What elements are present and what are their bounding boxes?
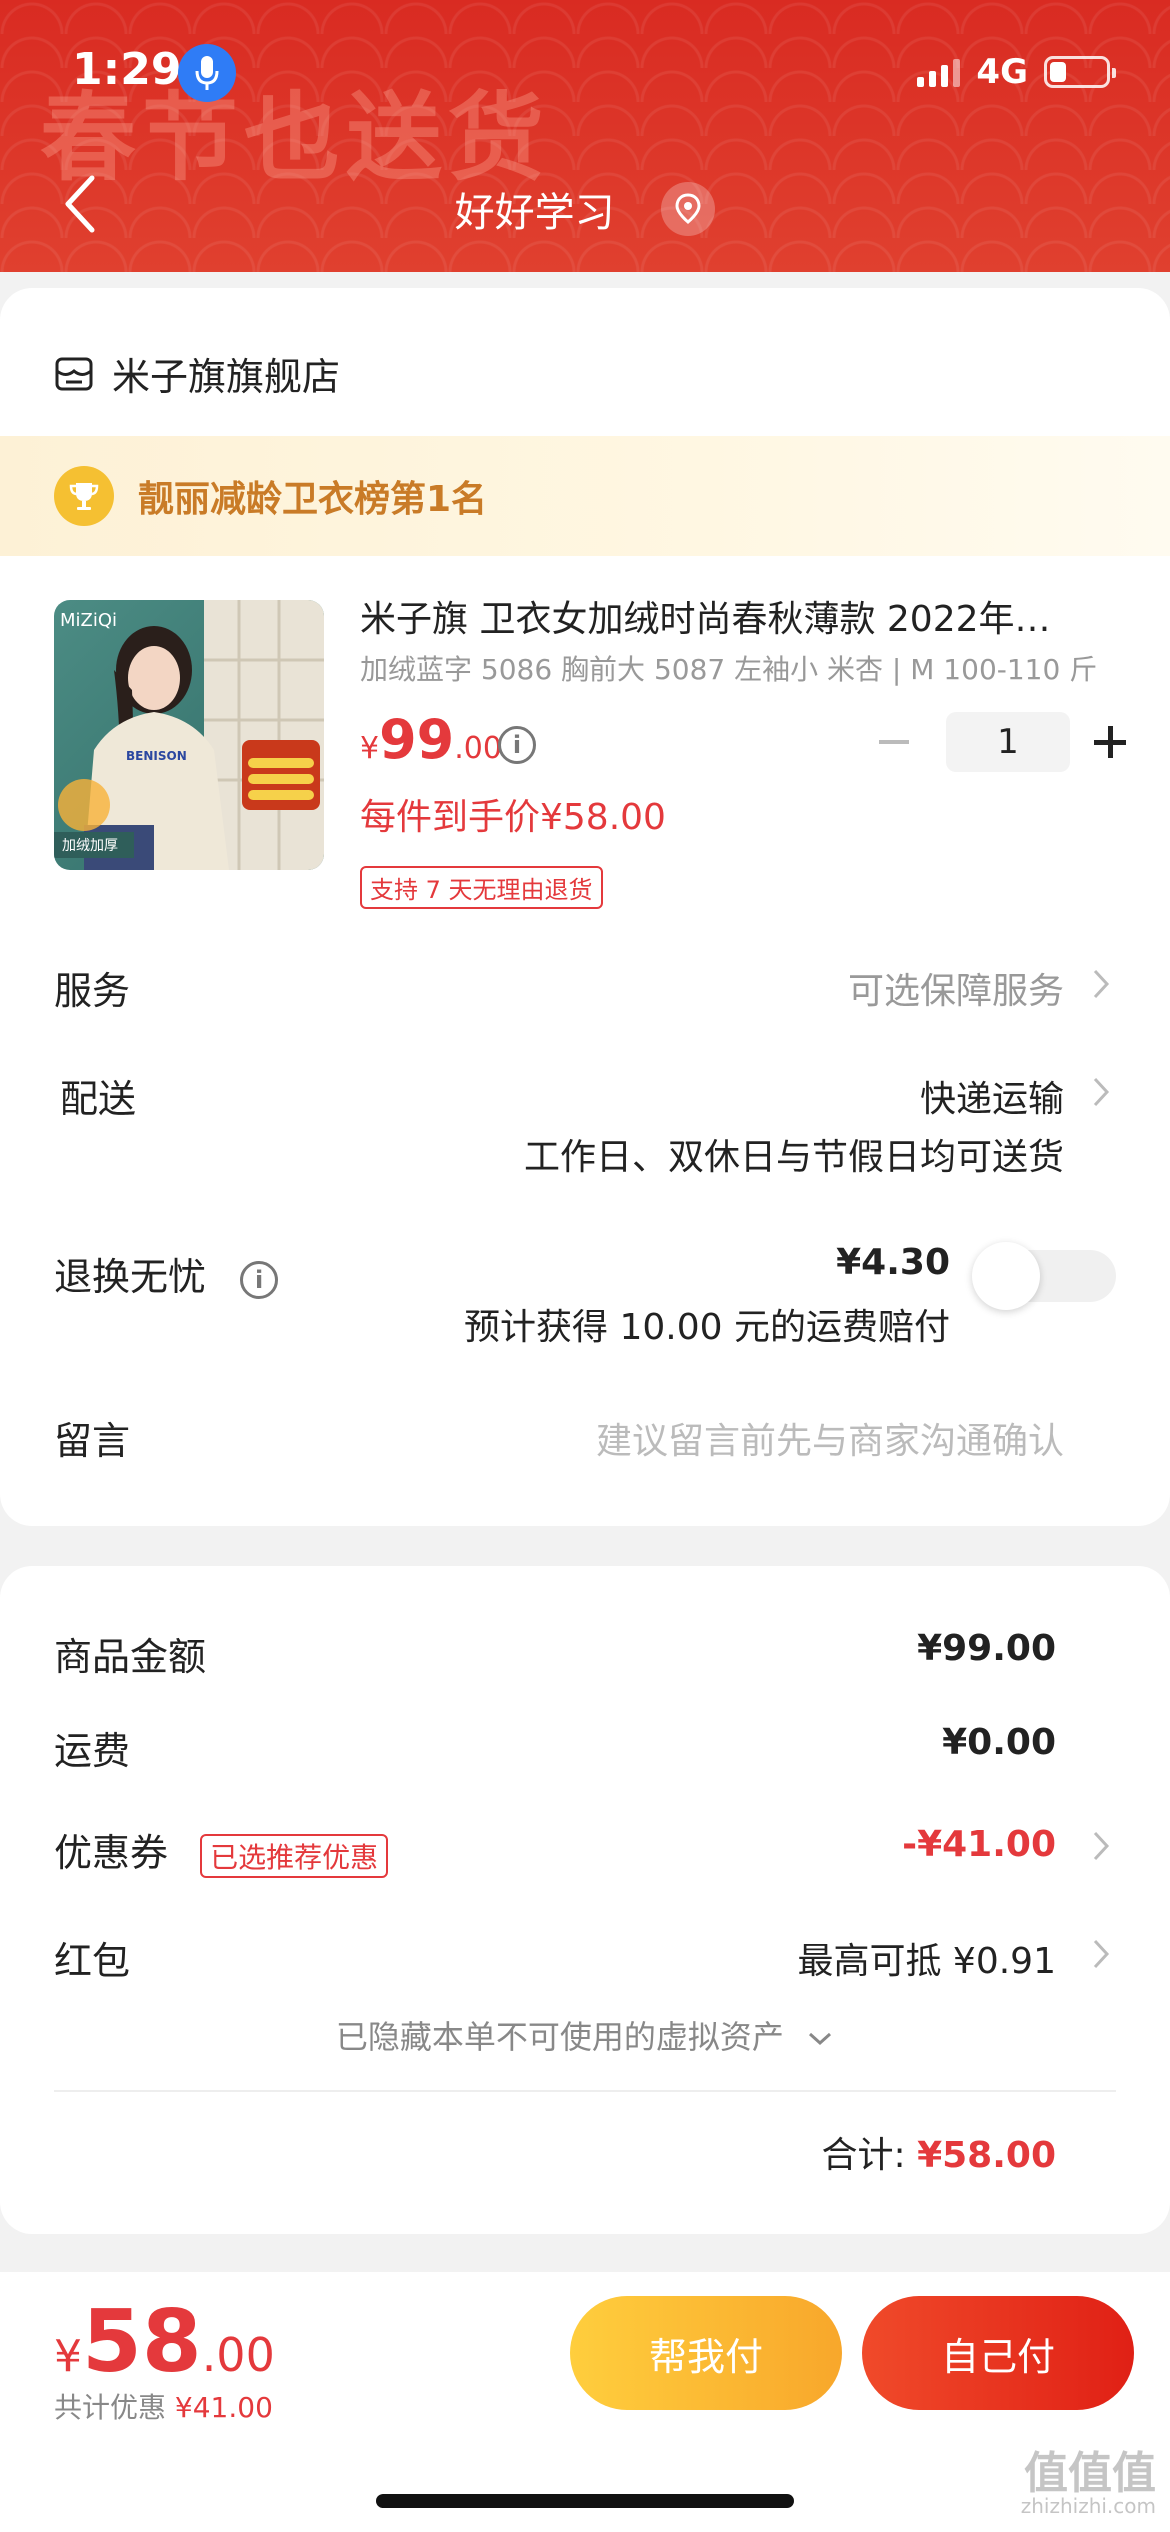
ranking-text: 靓丽减龄卫衣榜第1名	[138, 479, 488, 520]
return-policy-tag: 支持 7 天无理由退货	[360, 866, 603, 909]
quantity-input[interactable]: 1	[946, 712, 1070, 772]
friend-pay-button[interactable]: 帮我付	[570, 2296, 842, 2410]
chevron-right-icon[interactable]	[1092, 968, 1110, 1000]
summary-total: 合计: ¥58.00	[821, 2126, 1056, 2178]
goods-amount-value: ¥99.00	[917, 1628, 1056, 1669]
coupon-label: 优惠券	[54, 1831, 169, 1875]
svg-text:BENISON: BENISON	[126, 749, 187, 763]
status-time: 1:29	[72, 44, 182, 95]
shipping-label: 运费	[54, 1729, 131, 1773]
delivery-value[interactable]: 快递运输	[920, 1070, 1064, 1122]
self-pay-button[interactable]: 自己付	[862, 2296, 1134, 2410]
location-icon[interactable]	[661, 182, 716, 236]
coupon-value[interactable]: -¥41.00	[902, 1824, 1056, 1865]
service-value[interactable]: 可选保障服务	[848, 962, 1064, 1014]
insurance-price: ¥4.30	[836, 1242, 950, 1283]
quantity-stepper: 1	[874, 712, 1130, 772]
shop-icon	[55, 357, 93, 390]
redpacket-label: 红包	[54, 1939, 131, 1983]
product-price: ¥ 99 .00	[360, 708, 502, 771]
microphone-icon	[178, 44, 236, 102]
total-value: ¥58.00	[917, 2135, 1056, 2176]
page-title: 好好学习	[454, 190, 615, 236]
shop-header[interactable]: 米子旗旗舰店	[54, 346, 340, 401]
chevron-right-icon[interactable]	[1092, 1938, 1110, 1970]
goods-amount-label: 商品金额	[54, 1635, 207, 1679]
divider	[54, 2090, 1116, 2092]
chevron-right-icon[interactable]	[1092, 1076, 1110, 1108]
battery-icon	[1044, 56, 1116, 88]
nav-title: 好好学习	[0, 180, 1170, 238]
product-image[interactable]: BENISON 加绒加厚 MiZiQi	[54, 600, 324, 870]
unit-final-price: 每件到手价¥58.00	[360, 797, 666, 838]
ranking-banner[interactable]: 靓丽减龄卫衣榜第1名	[0, 436, 1170, 556]
chevron-down-icon	[809, 2032, 832, 2046]
image-brand: MiZiQi	[60, 610, 117, 631]
order-item-card: 米子旗旗舰店 靓丽减龄卫衣榜第1名 BENISON 加绒加厚 MiZiQi 米子…	[0, 288, 1170, 1526]
watermark: 值值值 zhizhizhi.com	[1020, 2448, 1156, 2518]
order-summary-card: 商品金额 ¥99.00 运费 ¥0.00 优惠券 已选推荐优惠 -¥41.00 …	[0, 1566, 1170, 2234]
network-type: 4G	[976, 52, 1028, 92]
insurance-note: 预计获得 10.00 元的运费赔付	[464, 1307, 950, 1348]
insurance-toggle[interactable]	[972, 1242, 1116, 1310]
service-label: 服务	[54, 969, 131, 1013]
checkout-bar: ¥ 58 .00 共计优惠 ¥41.00 帮我付 自己付 值值值 zhizhiz…	[0, 2272, 1170, 2532]
insurance-info-icon[interactable]: i	[240, 1260, 279, 1299]
shipping-value: ¥0.00	[942, 1722, 1056, 1763]
insurance-label: 退换无忧 i	[54, 1246, 279, 1301]
product-sku[interactable]: 加绒蓝字 5086 胸前大 5087 左袖小 米杏 | M 100-110 斤	[360, 648, 1120, 688]
delivery-note: 工作日、双休日与节假日均可送货	[523, 1137, 1064, 1178]
hidden-assets-toggle[interactable]: 已隐藏本单不可使用的虚拟资产	[0, 2012, 1170, 2058]
message-label: 留言	[54, 1419, 131, 1463]
total-discount: 共计优惠 ¥41.00	[54, 2391, 273, 2424]
grand-total: ¥ 58 .00	[54, 2292, 275, 2392]
decrease-button[interactable]	[874, 712, 914, 772]
chevron-right-icon[interactable]	[1092, 1830, 1110, 1862]
status-indicators: 4G	[917, 52, 1116, 92]
home-indicator[interactable]	[376, 2494, 794, 2508]
trophy-icon	[54, 466, 114, 526]
product-title[interactable]: 米子旗 卫衣女加绒时尚春秋薄款 2022年…	[360, 590, 1120, 642]
image-badge: 加绒加厚	[62, 838, 118, 854]
price-info-icon[interactable]: i	[498, 726, 536, 764]
redpacket-value[interactable]: 最高可抵 ¥0.91	[797, 1932, 1056, 1984]
message-input[interactable]: 建议留言前先与商家沟通确认	[596, 1412, 1064, 1464]
header: 春节也送货 1:29 4G 好好学习	[0, 0, 1170, 272]
shop-name: 米子旗旗舰店	[112, 355, 341, 399]
increase-button[interactable]	[1090, 712, 1130, 772]
coupon-row: 优惠券 已选推荐优惠	[54, 1822, 389, 1878]
signal-icon	[917, 57, 961, 87]
total-label: 合计:	[821, 2135, 906, 2176]
coupon-tag: 已选推荐优惠	[200, 1833, 389, 1878]
delivery-label: 配送	[60, 1077, 137, 1121]
